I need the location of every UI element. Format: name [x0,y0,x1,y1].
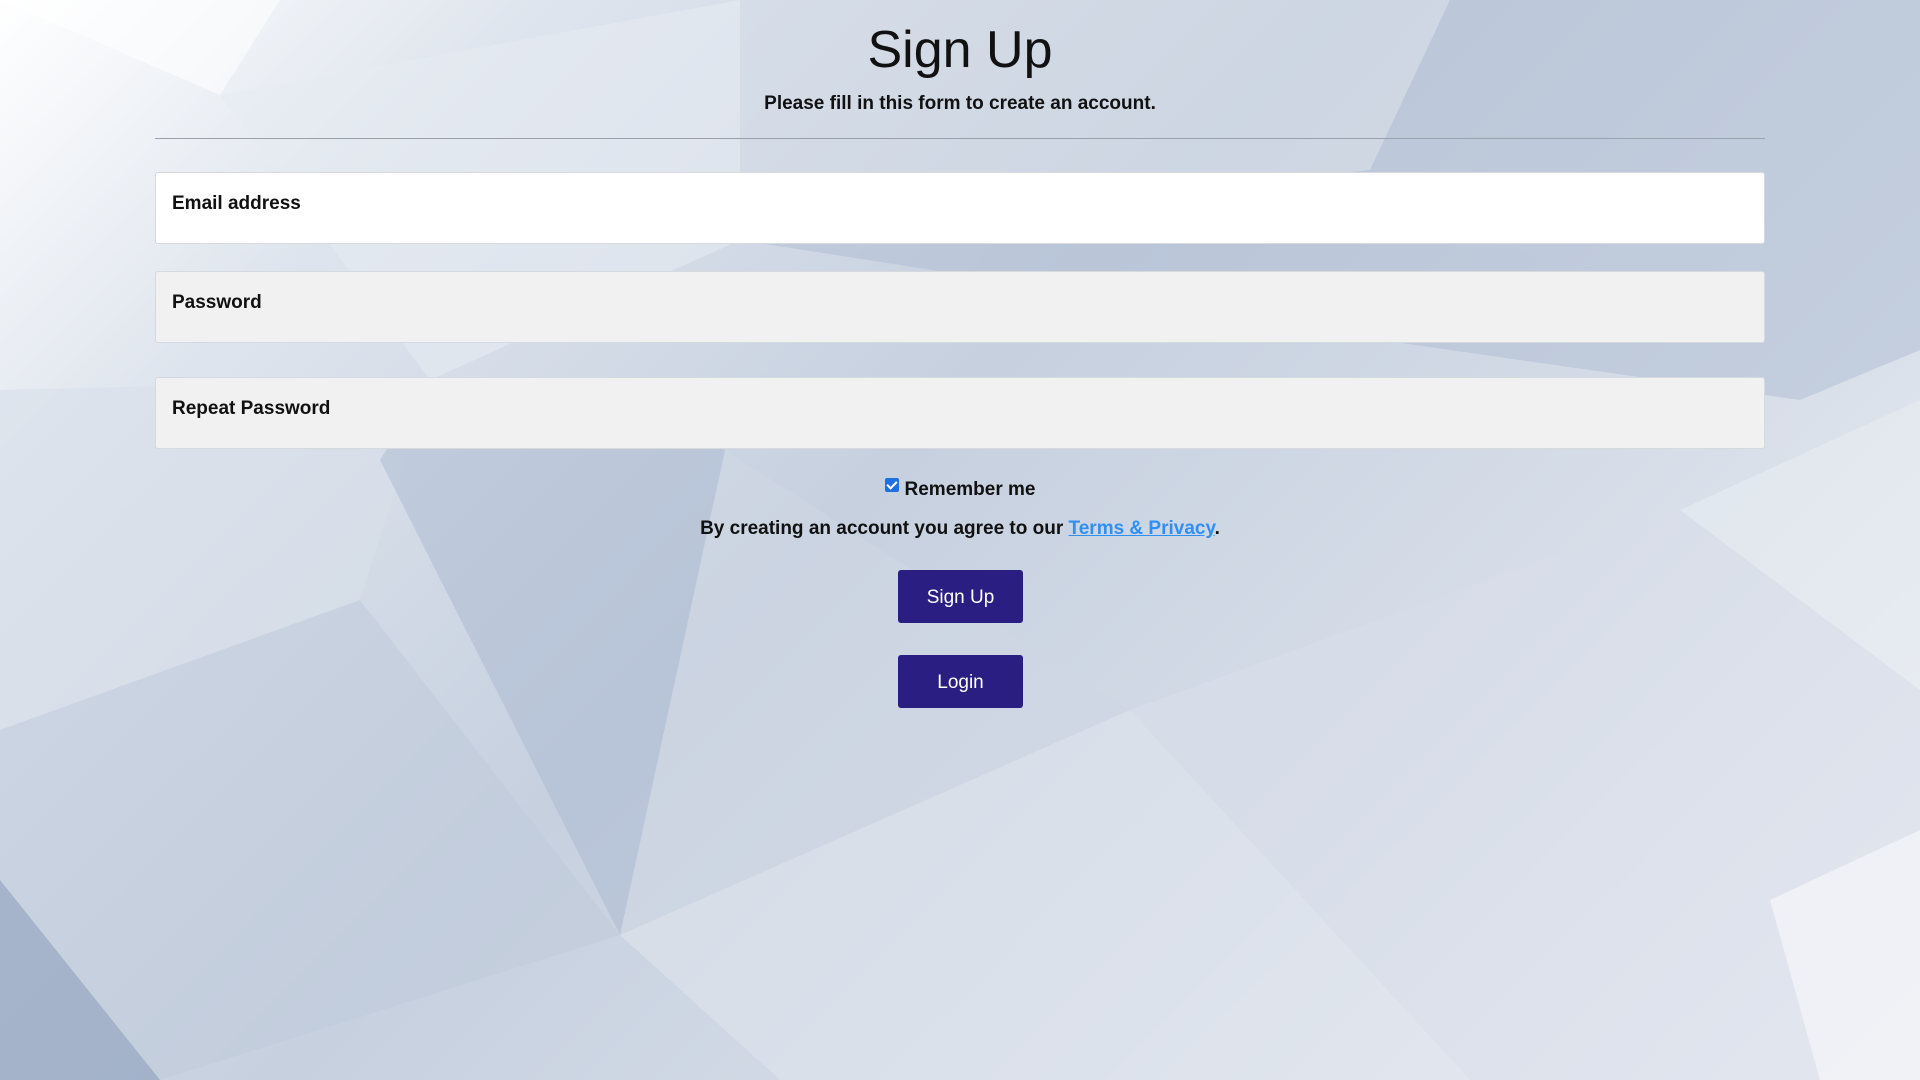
signup-button[interactable]: Sign Up [898,570,1023,623]
terms-privacy-link[interactable]: Terms & Privacy [1069,518,1215,539]
divider [155,138,1765,139]
repeat-password-input[interactable] [156,378,1764,448]
page-title: Sign Up [867,21,1053,79]
terms-agreement: By creating an account you agree to our … [0,518,1920,540]
login-button[interactable]: Login [898,655,1023,708]
agreement-period: . [1214,518,1220,539]
agreement-text: By creating an account you agree to our [700,518,1069,539]
password-field[interactable]: Password [155,271,1765,343]
remember-me-row: Remember me [0,478,1920,501]
email-field[interactable]: Email address [155,172,1765,244]
repeat-password-field[interactable]: Repeat Password [155,377,1765,449]
remember-me-label[interactable]: Remember me [905,479,1036,500]
checkbox-checked-icon[interactable] [884,478,899,492]
password-input[interactable] [156,272,1764,342]
email-input[interactable] [156,173,1764,243]
page-subtitle: Please fill in this form to create an ac… [764,93,1156,114]
signup-page: Sign Up Please fill in this form to crea… [0,0,1920,1080]
